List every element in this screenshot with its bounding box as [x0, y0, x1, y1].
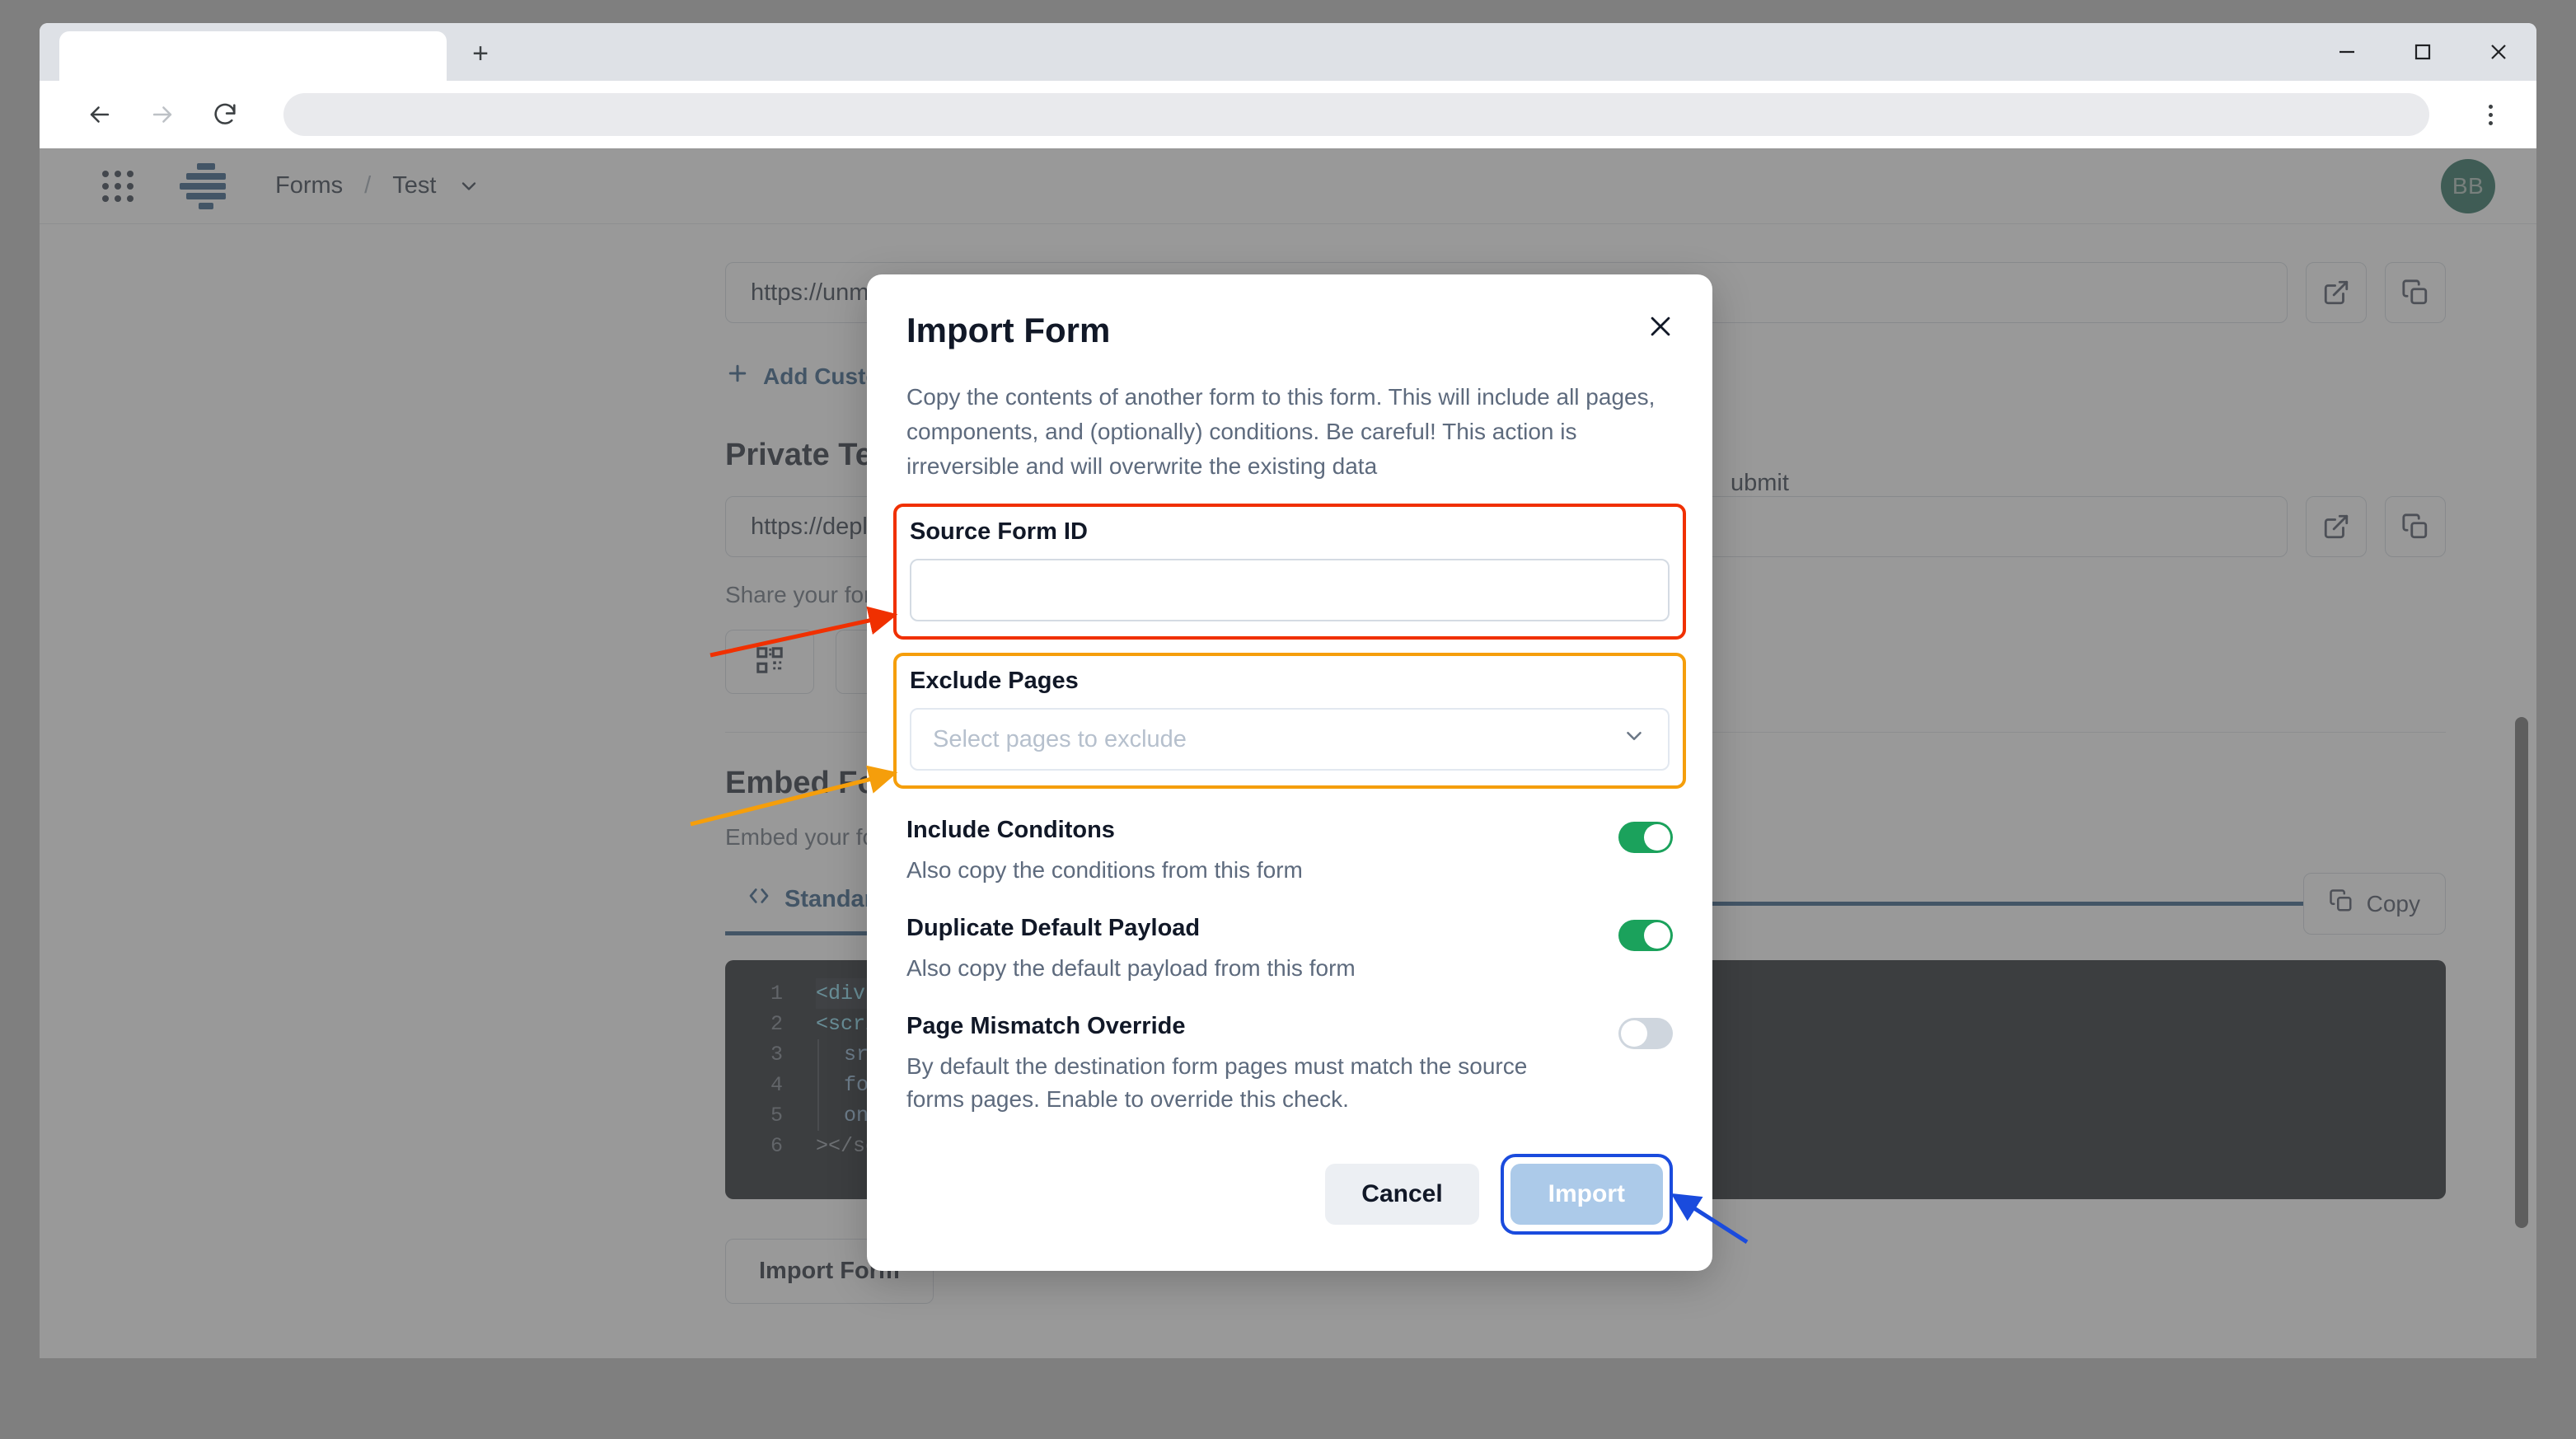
avatar-initials: BB: [2452, 172, 2485, 199]
reload-icon[interactable]: [208, 97, 242, 132]
toggle-include-conditions: Include Conditons Also copy the conditio…: [906, 817, 1673, 887]
desktop-background: + Forms / Test BB https://unmar Add Cust…: [0, 0, 2576, 1439]
dialog-title: Import Form: [906, 311, 1111, 349]
toggle-description: Also copy the conditions from this form: [906, 857, 1303, 883]
breadcrumb-current[interactable]: Test: [392, 172, 436, 199]
chevron-down-icon[interactable]: [457, 175, 480, 198]
toggle-label: Page Mismatch Override: [906, 1013, 1186, 1039]
copy-embed-label: Copy: [2366, 890, 2420, 916]
import-button-label: Import: [1548, 1180, 1625, 1207]
new-tab-button[interactable]: +: [455, 28, 506, 79]
minimize-button[interactable]: [2309, 23, 2385, 81]
breadcrumb-separator: /: [364, 172, 372, 199]
code-line-number: 2: [770, 1012, 783, 1036]
copy-private-url-button[interactable]: [2385, 496, 2446, 557]
cancel-button-label: Cancel: [1361, 1180, 1443, 1207]
exclude-pages-group: Exclude Pages Select pages to exclude: [893, 653, 1686, 789]
import-button[interactable]: Import: [1510, 1164, 1663, 1225]
exclude-pages-select[interactable]: Select pages to exclude: [910, 708, 1670, 771]
toggle-duplicate-default-payload: Duplicate Default Payload Also copy the …: [906, 915, 1673, 985]
private-url-tail: ubmit: [1731, 470, 1789, 496]
dialog-actions: Cancel Import: [906, 1154, 1673, 1235]
copy-icon: [2329, 888, 2354, 919]
duplicate-default-payload-switch[interactable]: [1618, 920, 1673, 951]
page-scrollbar-thumb[interactable]: [2515, 717, 2528, 1228]
page-mismatch-override-switch[interactable]: [1618, 1018, 1673, 1049]
code-line-number: 5: [770, 1104, 783, 1127]
toggle-text: Duplicate Default Payload Also copy the …: [906, 915, 1582, 985]
switch-knob: [1644, 922, 1670, 949]
import-form-dialog: Import Form Copy the contents of another…: [867, 274, 1712, 1271]
forms-logo-icon[interactable]: [180, 160, 232, 213]
source-form-id-group: Source Form ID: [893, 504, 1686, 640]
include-conditions-switch[interactable]: [1618, 822, 1673, 853]
open-external-private-button[interactable]: [2306, 496, 2367, 557]
app-header: Forms / Test BB: [40, 148, 2536, 224]
new-tab-label: +: [472, 38, 489, 69]
close-icon[interactable]: [1642, 307, 1679, 345]
switch-knob: [1644, 824, 1670, 851]
breadcrumb-root[interactable]: Forms: [275, 172, 343, 199]
source-form-id-label: Source Form ID: [910, 518, 1088, 545]
code-line-number: 4: [770, 1073, 783, 1097]
toggle-description: Also copy the default payload from this …: [906, 955, 1356, 981]
import-button-highlight: Import: [1500, 1154, 1673, 1235]
code-line-number: 6: [770, 1134, 783, 1158]
toggle-text: Page Mismatch Override By default the de…: [906, 1013, 1582, 1116]
address-bar[interactable]: [283, 93, 2429, 136]
kebab-menu-icon[interactable]: [2472, 96, 2508, 133]
toggle-text: Include Conditons Also copy the conditio…: [906, 817, 1582, 887]
apps-grid-icon[interactable]: [102, 170, 133, 202]
code-line-number: 3: [770, 1043, 783, 1066]
toggle-description: By default the destination form pages mu…: [906, 1053, 1528, 1112]
page-scrollbar[interactable]: [2510, 148, 2532, 1358]
qr-code-button[interactable]: [725, 630, 814, 694]
avatar[interactable]: BB: [2441, 158, 2495, 213]
plus-icon: [725, 361, 750, 391]
breadcrumb: Forms / Test: [275, 172, 480, 199]
code-brackets-icon: [747, 884, 771, 915]
exclude-pages-placeholder: Select pages to exclude: [933, 725, 1187, 752]
open-external-button[interactable]: [2306, 262, 2367, 323]
cancel-button[interactable]: Cancel: [1325, 1164, 1479, 1225]
browser-toolbar: [40, 81, 2536, 148]
switch-knob: [1621, 1020, 1647, 1047]
exclude-pages-label: Exclude Pages: [910, 668, 1079, 694]
toggle-label: Include Conditons: [906, 817, 1115, 843]
source-form-id-input[interactable]: [910, 559, 1670, 621]
browser-tab-strip: +: [40, 23, 2536, 81]
copy-url-button[interactable]: [2385, 262, 2446, 323]
toggle-page-mismatch-override: Page Mismatch Override By default the de…: [906, 1013, 1673, 1116]
back-arrow-icon[interactable]: [82, 97, 117, 132]
copy-embed-button[interactable]: Copy: [2302, 873, 2446, 935]
qr-code-icon: [756, 646, 784, 678]
close-button[interactable]: [2461, 23, 2536, 81]
chevron-down-icon: [1622, 724, 1646, 755]
dialog-description: Copy the contents of another form to thi…: [906, 384, 1656, 479]
code-line-number: 1: [770, 982, 783, 1005]
forward-arrow-icon[interactable]: [145, 97, 180, 132]
window-controls: [2309, 23, 2536, 81]
browser-tab[interactable]: [59, 31, 447, 81]
toggle-label: Duplicate Default Payload: [906, 915, 1201, 941]
maximize-button[interactable]: [2385, 23, 2461, 81]
